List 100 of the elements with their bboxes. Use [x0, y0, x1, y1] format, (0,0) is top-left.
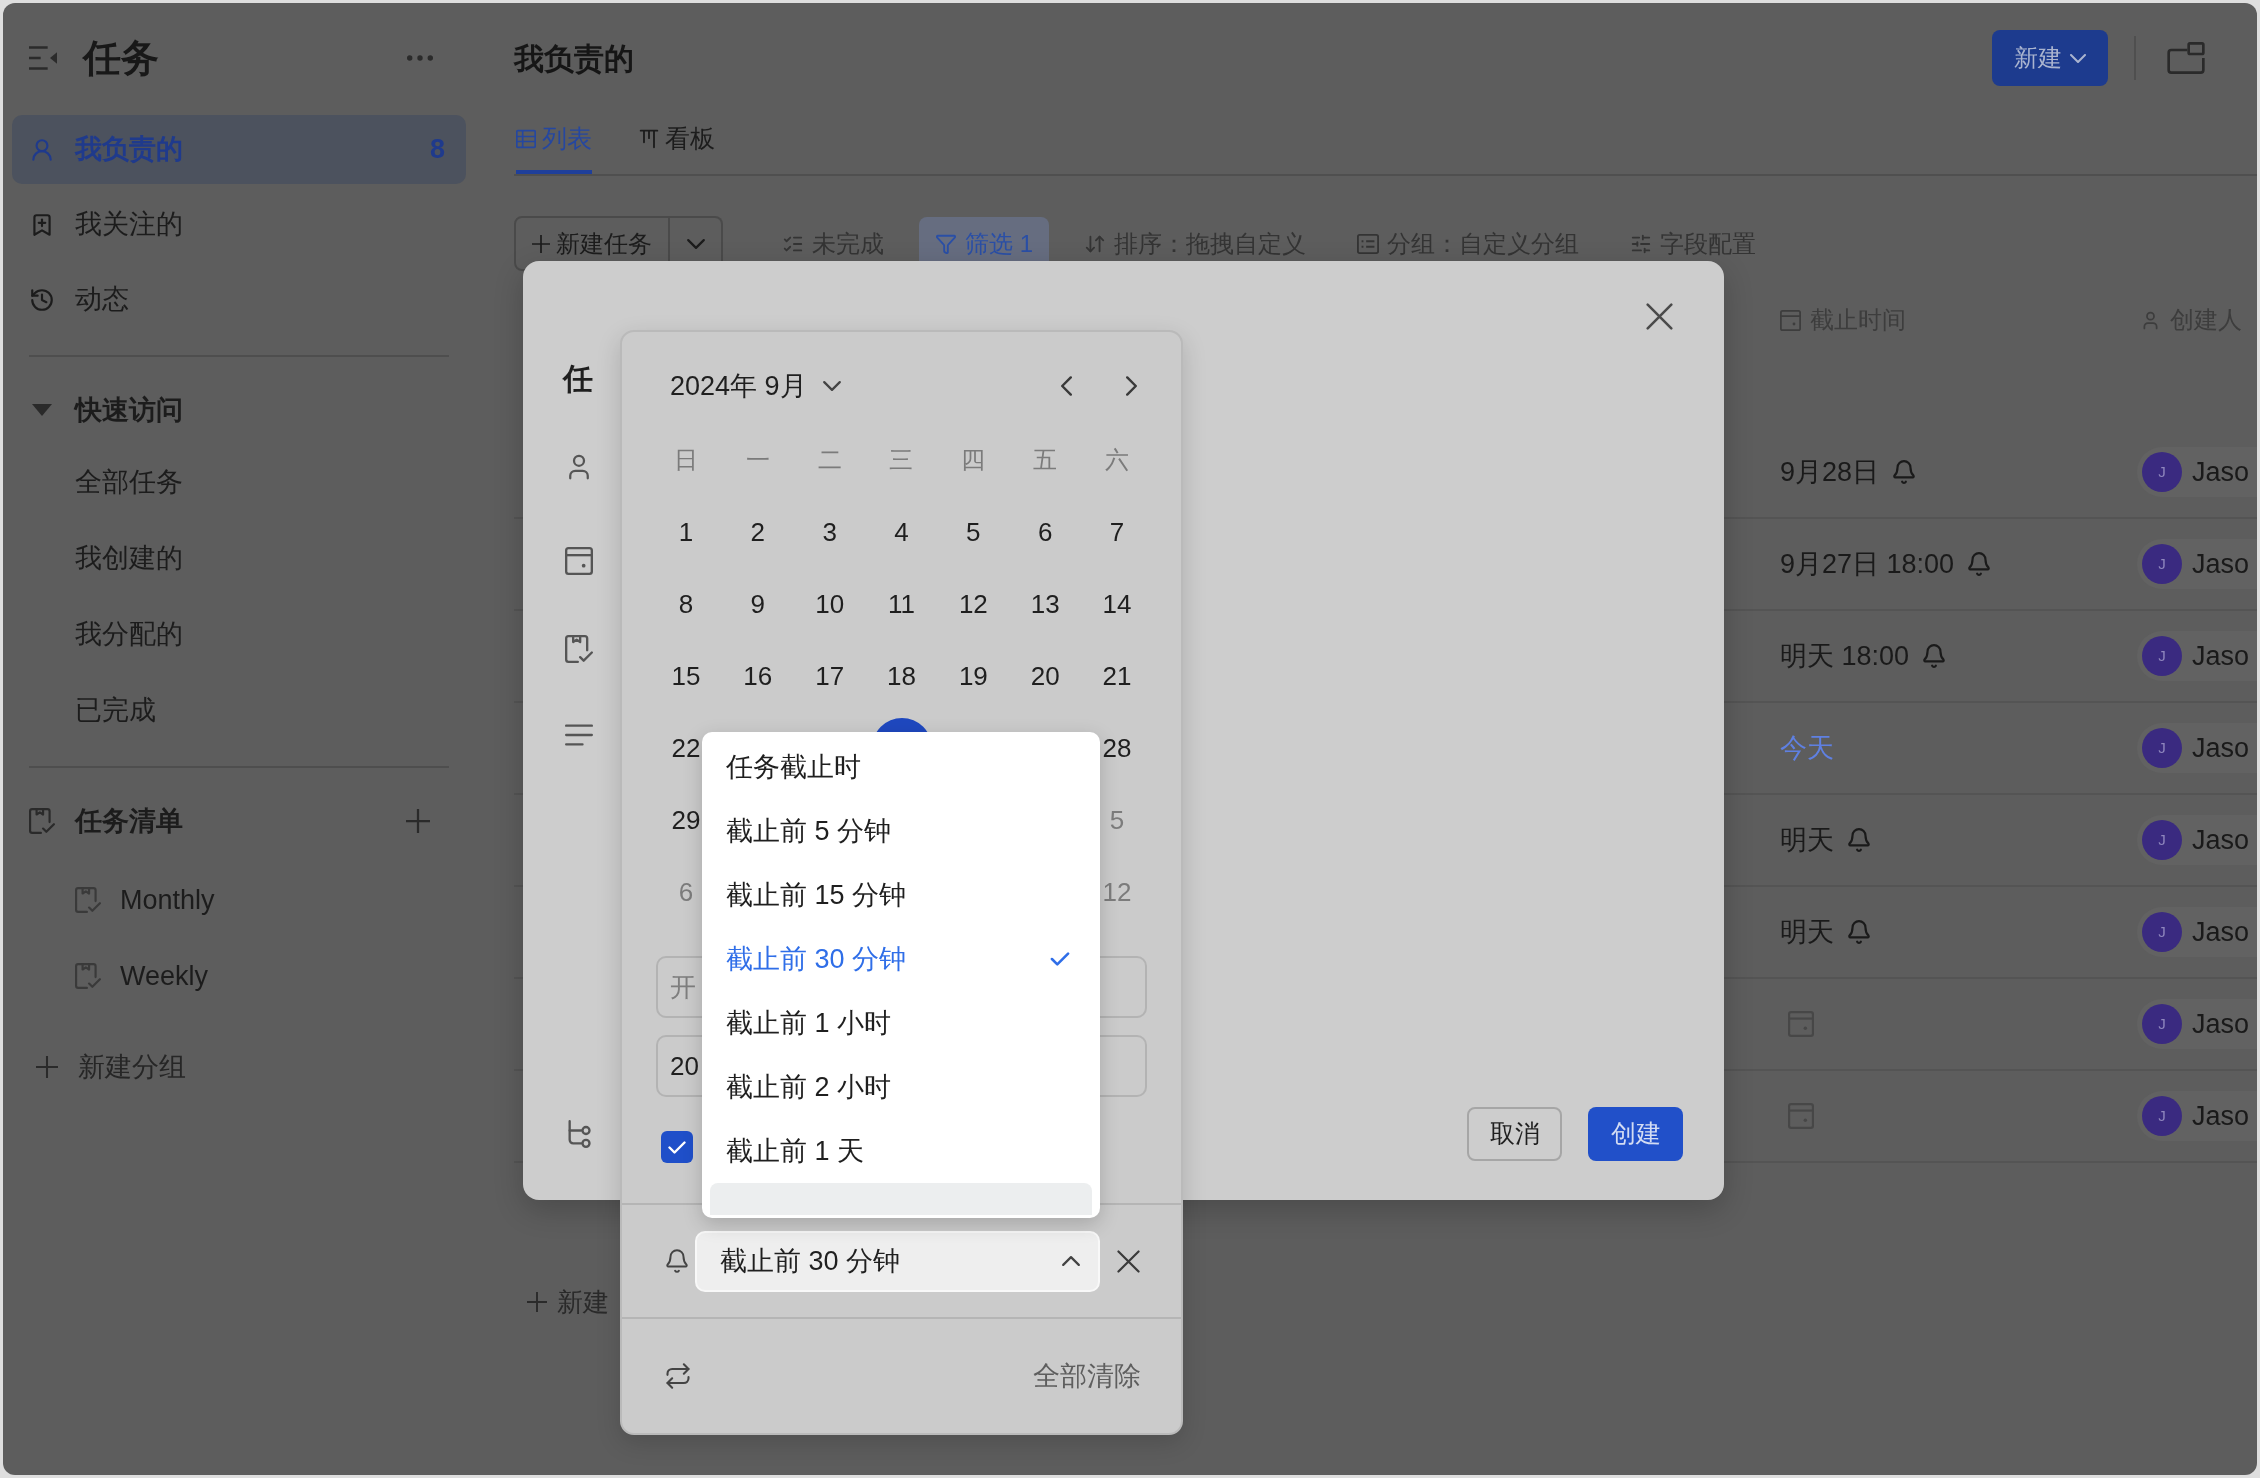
calendar-day[interactable]: 9	[750, 584, 765, 624]
creator-name: Jaso	[2192, 639, 2250, 673]
checklist-icon[interactable]	[565, 635, 593, 663]
plus-icon	[527, 1292, 547, 1312]
chevron-down-icon	[686, 238, 705, 249]
avatar: J	[2142, 912, 2182, 952]
calendar-day[interactable]: 18	[887, 656, 916, 696]
calendar-day[interactable]: 10	[815, 584, 845, 624]
list-box-icon	[1357, 232, 1379, 255]
page-title: 我负责的	[514, 40, 634, 77]
creator-name: Jaso	[2192, 915, 2250, 949]
bell-icon	[664, 1248, 690, 1274]
checklist-icon	[75, 963, 101, 989]
cancel-button[interactable]: 取消	[1467, 1107, 1562, 1161]
weekday-label: 一	[745, 445, 770, 475]
calendar-day[interactable]: 29	[671, 800, 701, 840]
table-icon	[516, 128, 536, 149]
repeat-icon[interactable]	[664, 1362, 692, 1390]
calendar-day[interactable]: 22	[671, 728, 701, 768]
clear-all-button[interactable]: 全部清除	[1033, 1355, 1141, 1397]
creator-name: Jaso	[2192, 1007, 2250, 1041]
calendar-day[interactable]: 1	[678, 512, 694, 552]
creator-name: Jaso	[2192, 731, 2250, 765]
calendar-day[interactable]: 13	[1030, 584, 1060, 624]
plus-icon	[532, 234, 550, 253]
filter-icon	[935, 232, 957, 255]
calendar-day[interactable]: 11	[888, 584, 915, 624]
weekday-label: 三	[889, 445, 914, 475]
calendar-day[interactable]: 4	[894, 512, 909, 552]
creator-name: Jaso	[2192, 1099, 2250, 1133]
dialog-title: 任	[563, 361, 593, 397]
close-icon[interactable]	[1117, 1249, 1140, 1273]
person-icon	[29, 136, 55, 163]
menu-option[interactable]: 截止前 5 分钟	[710, 799, 1092, 863]
due-date: 明天	[1780, 915, 1834, 949]
calendar-day[interactable]: 12	[958, 584, 988, 624]
checklist-icon	[75, 887, 101, 913]
sidebar-title: 任务	[83, 39, 159, 77]
calendar-day[interactable]: 21	[1102, 656, 1132, 696]
calendar-day[interactable]: 7	[1109, 512, 1125, 552]
due-date: 9月27日 18:00	[1780, 547, 1955, 581]
calendar-icon[interactable]	[565, 547, 593, 575]
creator-name: Jaso	[2192, 823, 2250, 857]
avatar: J	[2142, 820, 2182, 860]
checklist-icon	[29, 808, 55, 834]
create-button[interactable]: 创建	[1588, 1107, 1683, 1161]
board-icon	[639, 128, 659, 149]
calendar-day[interactable]: 17	[815, 656, 845, 696]
due-date: 明天 18:00	[1780, 639, 1910, 673]
close-icon[interactable]	[1646, 303, 1673, 330]
due-date: 9月28日	[1780, 455, 1880, 489]
section-title: 任务清单	[75, 804, 183, 838]
chevron-down-icon	[2070, 53, 2086, 63]
menu-option[interactable]: 任务截止时	[710, 735, 1092, 799]
creator-name: Jaso	[2192, 547, 2250, 581]
menu-option[interactable]: 截止前 2 小时	[710, 1055, 1092, 1119]
weekday-label: 二	[817, 445, 842, 475]
menu-option[interactable]: 截止前 1 小时	[710, 991, 1092, 1055]
due-date: 今天	[1780, 731, 1834, 765]
weekday-label: 日	[673, 445, 698, 475]
menu-option[interactable]: 截止前 1 天	[710, 1119, 1092, 1183]
next-month-icon[interactable]	[1126, 376, 1137, 396]
calendar-day[interactable]: 15	[671, 656, 701, 696]
calendar-day[interactable]: 5	[966, 512, 981, 552]
calendar-day[interactable]: 16	[743, 656, 773, 696]
creator-name: Jaso	[2192, 455, 2250, 489]
month-picker[interactable]: 2024年 9月	[670, 365, 841, 407]
weekday-label: 四	[961, 445, 986, 475]
chevron-down-icon	[822, 381, 841, 391]
sliders-icon	[1630, 232, 1652, 255]
menu-option[interactable]: 截止前 30 分钟	[710, 927, 1092, 991]
new-button[interactable]: 新建	[1992, 30, 2108, 86]
calendar-day[interactable]: 8	[678, 584, 694, 624]
avatar: J	[2142, 452, 2182, 492]
avatar: J	[2142, 1096, 2182, 1136]
calendar-day[interactable]: 20	[1030, 656, 1060, 696]
calendar-day[interactable]: 2	[750, 512, 765, 552]
text-lines-icon[interactable]	[565, 723, 593, 747]
previous-month-icon[interactable]	[1061, 376, 1072, 396]
check-icon	[668, 1140, 686, 1154]
plus-icon	[36, 1056, 58, 1078]
avatar: J	[2142, 544, 2182, 584]
calendar-day[interactable]: 6	[1037, 512, 1053, 552]
history-icon	[29, 286, 55, 313]
weekday-label: 六	[1105, 445, 1130, 475]
check-icon	[1050, 952, 1070, 966]
calendar-day[interactable]: 19	[958, 656, 988, 696]
calendar-day[interactable]: 3	[822, 512, 837, 552]
due-date: 明天	[1780, 823, 1834, 857]
avatar: J	[2142, 1004, 2182, 1044]
calendar-day[interactable]: 28	[1102, 728, 1132, 768]
reminder-select[interactable]: 截止前 30 分钟	[695, 1230, 1100, 1292]
chevron-up-icon	[1062, 1256, 1080, 1266]
menu-option[interactable]: 截止前 15 分钟	[710, 863, 1092, 927]
calendar-icon	[1780, 309, 1801, 331]
all-day-checkbox[interactable]	[661, 1131, 693, 1163]
weekday-label: 五	[1033, 445, 1058, 475]
avatar: J	[2142, 728, 2182, 768]
calendar-day[interactable]: 14	[1102, 584, 1132, 624]
avatar: J	[2142, 636, 2182, 676]
